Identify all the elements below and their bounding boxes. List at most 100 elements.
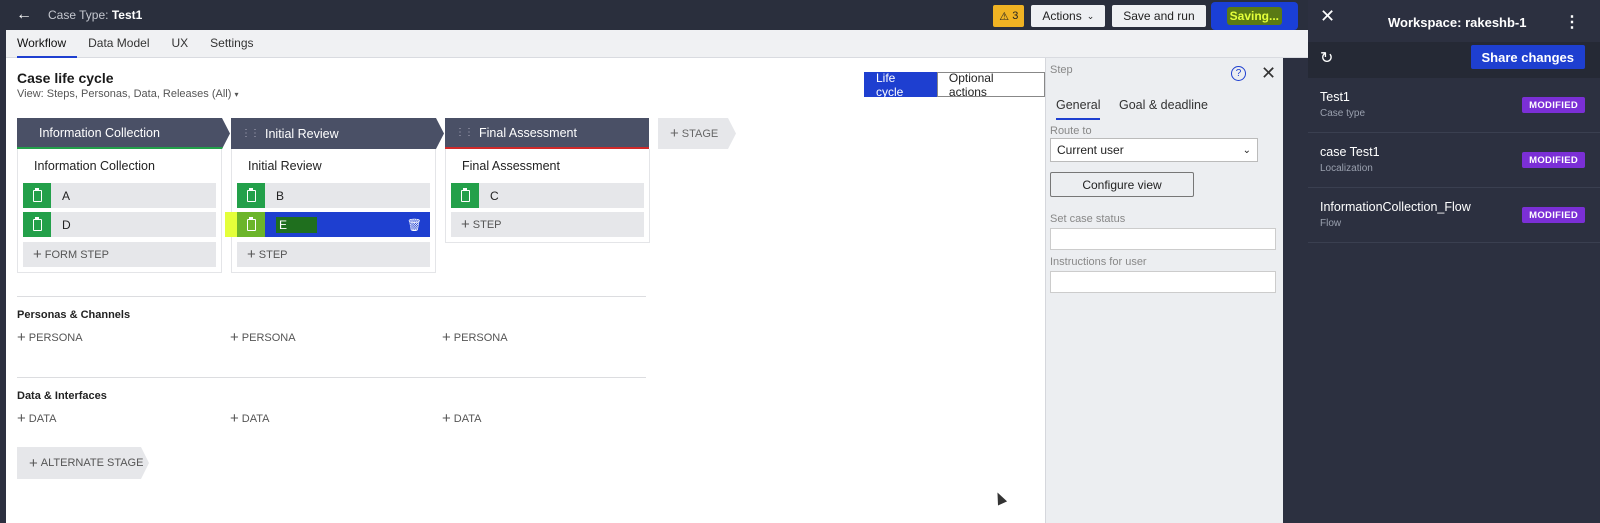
workspace-item-flow[interactable]: InformationCollection_Flow Flow MODIFIED (1308, 188, 1600, 243)
add-step-button[interactable]: + STEP (237, 242, 430, 267)
add-step-button[interactable]: + STEP (451, 212, 644, 237)
warnings-badge[interactable]: ⚠ 3 (993, 5, 1025, 27)
page-title: Case life cycle (17, 70, 114, 86)
stage-header-initial-review[interactable]: ⋮⋮ Initial Review (231, 118, 444, 149)
step-b[interactable]: B (237, 183, 430, 208)
add-alternate-stage-button[interactable]: + ALTERNATE STAGE (17, 447, 149, 479)
plus-icon: + (442, 410, 451, 427)
step-c[interactable]: C (451, 183, 644, 208)
clipboard-icon (237, 212, 265, 237)
add-data-label: DATA (241, 412, 270, 425)
panel-title: Step (1050, 64, 1073, 76)
workspace-item-localization[interactable]: case Test1 Localization MODIFIED (1308, 133, 1600, 188)
chevron-down-icon: ⌄ (1242, 144, 1251, 156)
help-icon[interactable]: ? (1231, 66, 1246, 81)
actions-label: Actions (1042, 9, 1082, 23)
set-case-status-label: Set case status (1050, 213, 1126, 225)
close-icon[interactable]: ✕ (1320, 6, 1335, 27)
stage-header-information-collection[interactable]: Information Collection (17, 118, 230, 149)
tab-ux[interactable]: UX (161, 30, 200, 58)
workspace-item-test1[interactable]: Test1 Case type MODIFIED (1308, 78, 1600, 133)
data-section-title: Data & Interfaces (17, 390, 107, 402)
clipboard-icon (451, 183, 479, 208)
configure-view-button[interactable]: Configure view (1050, 172, 1194, 197)
add-label: STEP (258, 248, 288, 261)
add-data-label: DATA (453, 412, 482, 425)
route-to-label: Route to (1050, 125, 1092, 137)
tab-goal-deadline[interactable]: Goal & deadline (1119, 98, 1208, 118)
divider (17, 296, 646, 297)
warning-count: 3 (1012, 10, 1019, 22)
item-name: InformationCollection_Flow (1320, 200, 1471, 214)
step-d[interactable]: D (23, 212, 216, 237)
plus-icon: + (17, 329, 26, 346)
instructions-label: Instructions for user (1050, 256, 1147, 268)
item-type: Case type (1320, 108, 1366, 119)
tab-settings[interactable]: Settings (199, 30, 264, 58)
instructions-input[interactable] (1050, 271, 1276, 293)
view-filter[interactable]: View: Steps, Personas, Data, Releases (A… (17, 88, 238, 100)
trash-icon[interactable]: 🗑 (407, 218, 422, 232)
add-persona-button[interactable]: + PERSONA (230, 329, 296, 346)
plus-icon: + (29, 454, 38, 472)
back-arrow-icon[interactable]: ← (0, 0, 48, 30)
close-icon[interactable]: ✕ (1261, 63, 1276, 84)
drag-handle-icon[interactable]: ⋮⋮ (241, 128, 259, 139)
step-a[interactable]: A (23, 183, 216, 208)
case-type-label: Case Type: Test1 (48, 8, 142, 22)
process-name[interactable]: Information Collection (34, 159, 155, 173)
saving-label: Saving... (1226, 7, 1282, 25)
add-persona-button[interactable]: + PERSONA (442, 329, 508, 346)
save-and-run-button[interactable]: Save and run (1112, 5, 1206, 27)
tab-general[interactable]: General (1056, 98, 1101, 120)
add-data-button[interactable]: + DATA (230, 410, 269, 427)
plus-icon: + (461, 216, 470, 233)
status-badge: MODIFIED (1522, 152, 1585, 168)
add-stage-button[interactable]: + STAGE (658, 118, 736, 149)
tab-workflow[interactable]: Workflow (17, 30, 78, 58)
add-persona-button[interactable]: + PERSONA (17, 329, 83, 346)
refresh-icon[interactable]: ↻ (1320, 48, 1333, 68)
case-lifecycle-canvas: Case life cycle View: Steps, Personas, D… (6, 58, 1045, 523)
step-e-selected[interactable]: E 🗑 (237, 212, 430, 237)
item-type: Localization (1320, 163, 1373, 174)
view-filter-label: View: Steps, Personas, Data, Releases (A… (17, 88, 232, 100)
step-label: E (276, 216, 318, 233)
add-form-step-button[interactable]: + FORM STEP (23, 242, 216, 267)
lifecycle-toggle: Life cycle Optional actions (864, 71, 1045, 99)
status-badge: MODIFIED (1522, 97, 1585, 113)
plus-icon: + (230, 329, 239, 346)
share-changes-button[interactable]: Share changes (1470, 45, 1585, 69)
step-label: B (276, 188, 285, 203)
add-data-button[interactable]: + DATA (17, 410, 56, 427)
process-name[interactable]: Final Assessment (462, 159, 560, 173)
stage-header-final-assessment[interactable]: ⋮⋮ Final Assessment (445, 118, 649, 149)
step-properties-panel: Step ? ✕ General Goal & deadline Route t… (1045, 58, 1283, 523)
add-label: STEP (472, 218, 502, 231)
status-badge: MODIFIED (1522, 207, 1585, 223)
plus-icon: + (442, 329, 451, 346)
route-to-select[interactable]: Current user ⌄ (1050, 138, 1258, 162)
life-cycle-button[interactable]: Life cycle (864, 71, 937, 99)
add-data-label: DATA (28, 412, 57, 425)
step-label: A (62, 188, 71, 203)
saving-button[interactable]: Saving... (1212, 4, 1296, 28)
add-persona-label: PERSONA (241, 331, 296, 344)
divider (17, 377, 646, 378)
process-name[interactable]: Initial Review (248, 159, 322, 173)
alternate-stage-label: ALTERNATE STAGE (40, 457, 144, 469)
workspace-title: Workspace: rakeshb-1 (1388, 15, 1527, 30)
caret-down-icon: ▾ (234, 90, 239, 99)
personas-section-title: Personas & Channels (17, 309, 131, 321)
stage-header-label: Final Assessment (479, 125, 577, 140)
set-case-status-input[interactable] (1050, 228, 1276, 250)
add-data-button[interactable]: + DATA (442, 410, 481, 427)
add-persona-label: PERSONA (453, 331, 508, 344)
more-options-icon[interactable]: ⋮ (1564, 12, 1580, 32)
optional-actions-button[interactable]: Optional actions (936, 71, 1045, 99)
add-persona-label: PERSONA (28, 331, 83, 344)
actions-button[interactable]: Actions ⌄ (1031, 5, 1106, 27)
tab-data-model[interactable]: Data Model (77, 30, 160, 58)
drag-handle-icon[interactable]: ⋮⋮ (455, 127, 474, 138)
clipboard-icon (237, 183, 265, 208)
